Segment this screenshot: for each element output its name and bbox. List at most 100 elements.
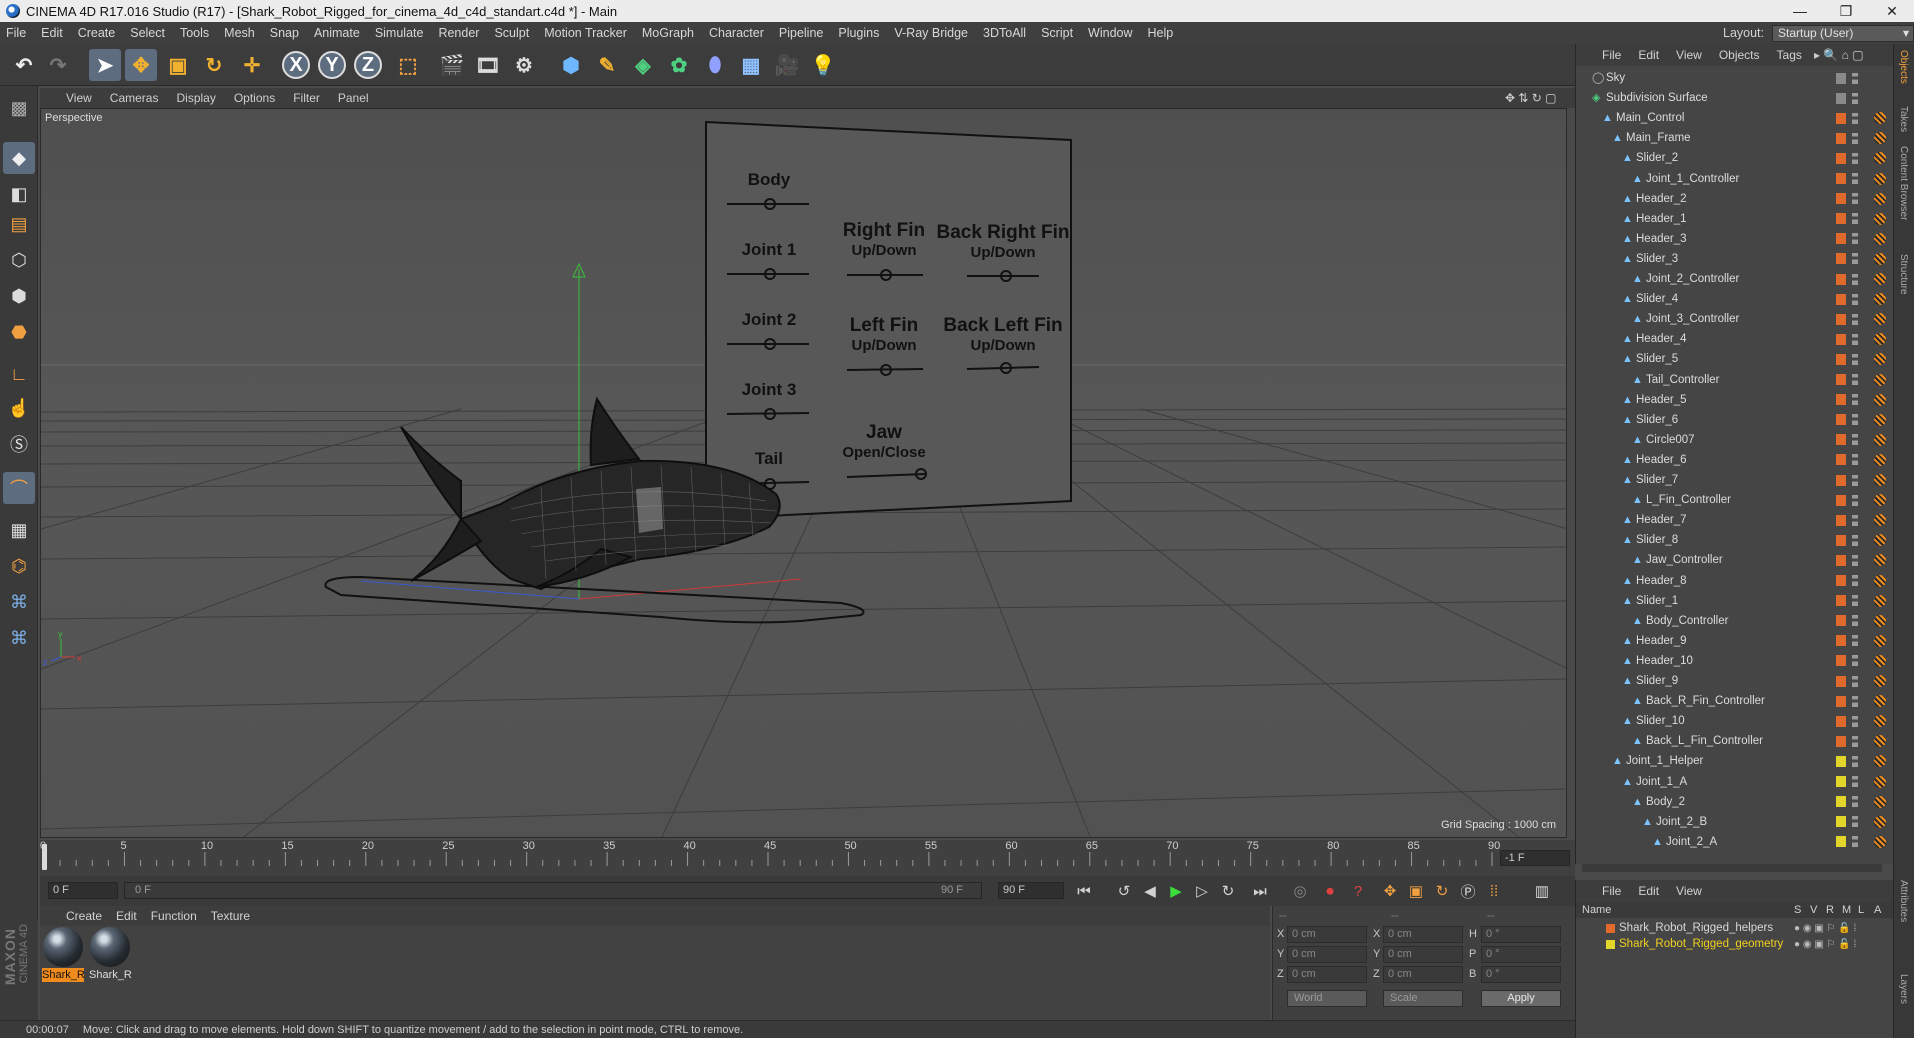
visibility-dots-icon[interactable]	[1852, 776, 1858, 787]
constraint-tag-icon[interactable]	[1874, 735, 1886, 748]
visibility-dots-icon[interactable]	[1852, 92, 1858, 104]
layer-color-tag[interactable]	[1836, 514, 1846, 526]
object-tree-row[interactable]: ▲ Joint_1_A	[1576, 772, 1894, 792]
object-tree-row[interactable]: ▲ Slider_2	[1576, 148, 1894, 168]
menu-plugins[interactable]: Plugins	[838, 26, 879, 40]
visibility-dots-icon[interactable]	[1852, 534, 1858, 546]
timeline-end-field[interactable]: -1 F	[1500, 850, 1570, 866]
render-view-icon[interactable]: 🎬	[436, 49, 468, 81]
deformer-icon[interactable]: ⬮	[699, 49, 731, 81]
menu-snap[interactable]: Snap	[270, 26, 299, 40]
constraint-tag-icon[interactable]	[1874, 775, 1886, 788]
menu-tools[interactable]: Tools	[180, 26, 209, 40]
object-tree-row[interactable]: ◯ Sky	[1576, 68, 1894, 88]
constraint-tag-icon[interactable]	[1874, 815, 1886, 828]
texture-mode-icon[interactable]: ◧	[3, 178, 35, 210]
object-tree-row[interactable]: ▲ Joint_1_Helper	[1576, 751, 1894, 771]
layer-color-tag[interactable]	[1836, 554, 1846, 566]
axis-mode-icon[interactable]: ∟	[3, 358, 35, 390]
visibility-dots-icon[interactable]	[1852, 655, 1858, 667]
timeline-window-icon[interactable]: ▥	[1530, 880, 1554, 902]
layer-color-tag[interactable]	[1836, 655, 1846, 667]
layer-row[interactable]: Shark_Robot_Rigged_helpers ● ◉ ▣ ⚐ 🔓 ⁞	[1576, 920, 1894, 936]
next-keyframe-icon[interactable]: ↻	[1216, 880, 1240, 902]
restore-icon[interactable]: ❐	[1824, 0, 1868, 22]
constraint-tag-icon[interactable]	[1874, 172, 1886, 185]
object-tree-row[interactable]: ▲ Slider_3	[1576, 249, 1894, 269]
layer-color-tag[interactable]	[1836, 273, 1846, 285]
constraint-tag-icon[interactable]	[1874, 333, 1886, 346]
menu-create[interactable]: Create	[78, 26, 116, 40]
constraint-tag-icon[interactable]	[1874, 132, 1886, 145]
position-y-field[interactable]: 0 cm	[1287, 946, 1367, 963]
layers-menu-view[interactable]: View	[1676, 884, 1702, 898]
y-axis-toggle[interactable]: Y	[318, 51, 346, 79]
rotate-tool-icon[interactable]: ↻	[198, 49, 230, 81]
constraint-tag-icon[interactable]	[1874, 574, 1886, 587]
visibility-dots-icon[interactable]	[1852, 152, 1858, 164]
constraint-tag-icon[interactable]	[1874, 474, 1886, 486]
side-tab-attributes[interactable]: Attributes	[1898, 880, 1909, 922]
object-tree-row[interactable]: ▲ Header_4	[1576, 329, 1894, 349]
visibility-dots-icon[interactable]	[1852, 233, 1858, 245]
end-frame-field[interactable]: 90 F	[998, 882, 1064, 899]
menu-pipeline[interactable]: Pipeline	[779, 26, 823, 40]
undo-icon[interactable]: ↶	[8, 49, 40, 81]
constraint-tag-icon[interactable]	[1874, 534, 1886, 547]
object-tree-row[interactable]: ▲ Slider_7	[1576, 470, 1894, 490]
visibility-dots-icon[interactable]	[1852, 595, 1858, 607]
object-tree-scrollbar[interactable]	[1582, 864, 1882, 872]
viewport-menu-display[interactable]: Display	[176, 91, 215, 105]
workplane-mode-icon[interactable]: ▤	[3, 208, 35, 240]
object-tree-row[interactable]: ▲ Joint_2_B	[1576, 812, 1894, 832]
floor-scene-icon[interactable]: ▦	[735, 49, 767, 81]
layer-color-tag[interactable]	[1836, 735, 1846, 747]
layer-color-tag[interactable]	[1836, 72, 1846, 84]
visibility-dots-icon[interactable]	[1852, 635, 1858, 647]
size-z-field[interactable]: 0 cm	[1383, 966, 1463, 983]
visibility-dots-icon[interactable]	[1852, 353, 1858, 365]
viewport-menu-view[interactable]: View	[66, 91, 92, 105]
constraint-tag-icon[interactable]	[1874, 152, 1886, 165]
viewport-menu-cameras[interactable]: Cameras	[110, 91, 159, 105]
object-tree-row[interactable]: ▲ Slider_10	[1576, 711, 1894, 731]
layer-color-tag[interactable]	[1836, 213, 1846, 225]
x-axis-toggle[interactable]: X	[282, 51, 310, 79]
coordinate-space-dropdown[interactable]: World	[1287, 990, 1367, 1007]
coordinate-system-icon[interactable]: ⬚	[392, 49, 424, 81]
layer-color-tag[interactable]	[1836, 253, 1846, 265]
key-position-icon[interactable]: ✥	[1378, 880, 1402, 902]
layer-color-tag[interactable]	[1836, 635, 1846, 647]
constraint-tag-icon[interactable]	[1874, 514, 1886, 527]
close-icon[interactable]: ✕	[1870, 0, 1914, 22]
constraint-tag-icon[interactable]	[1874, 293, 1886, 306]
rotation-h-field[interactable]: 0 °	[1481, 926, 1561, 943]
object-tree-row[interactable]: ▲ Slider_1	[1576, 591, 1894, 611]
cube-primitive-icon[interactable]: ⬢	[555, 49, 587, 81]
visibility-dots-icon[interactable]	[1852, 434, 1858, 446]
object-tree-row[interactable]: ▲ Body_Controller	[1576, 611, 1894, 631]
tweak-mode-icon[interactable]: ☝	[3, 392, 35, 424]
polygons-mode-icon[interactable]: ⬣	[3, 316, 35, 348]
render-picture-viewer-icon[interactable]: 🎞	[472, 49, 504, 81]
objects-menu-edit[interactable]: Edit	[1638, 48, 1659, 62]
side-tab-layers[interactable]: Layers	[1898, 974, 1909, 1004]
frame-range-slider[interactable]: 0 F 90 F	[124, 882, 982, 899]
menu-3dtoall[interactable]: 3DToAll	[983, 26, 1026, 40]
visibility-dots-icon[interactable]	[1852, 474, 1858, 486]
layer-color-tag[interactable]	[1836, 193, 1846, 205]
visibility-dots-icon[interactable]	[1852, 796, 1858, 808]
object-tree-row[interactable]: ▲ Main_Control	[1576, 108, 1894, 128]
layer-color-tag[interactable]	[1836, 836, 1846, 848]
layer-color-tag[interactable]	[1836, 575, 1846, 586]
constraint-tag-icon[interactable]	[1874, 273, 1886, 285]
constraint-tag-icon[interactable]	[1874, 433, 1886, 446]
object-tree-row[interactable]: ▲ Header_2	[1576, 189, 1894, 209]
visibility-dots-icon[interactable]	[1852, 454, 1858, 466]
move-tool-icon[interactable]: ✥	[125, 49, 157, 81]
side-tab-structure[interactable]: Structure	[1898, 254, 1909, 295]
menu-script[interactable]: Script	[1041, 26, 1073, 40]
viewport-navigation-icons[interactable]: ✥ ⇅ ↻ ▢	[1505, 91, 1557, 105]
record-keys-icon[interactable]: ◎	[1288, 880, 1312, 902]
visibility-dots-icon[interactable]	[1852, 193, 1858, 205]
